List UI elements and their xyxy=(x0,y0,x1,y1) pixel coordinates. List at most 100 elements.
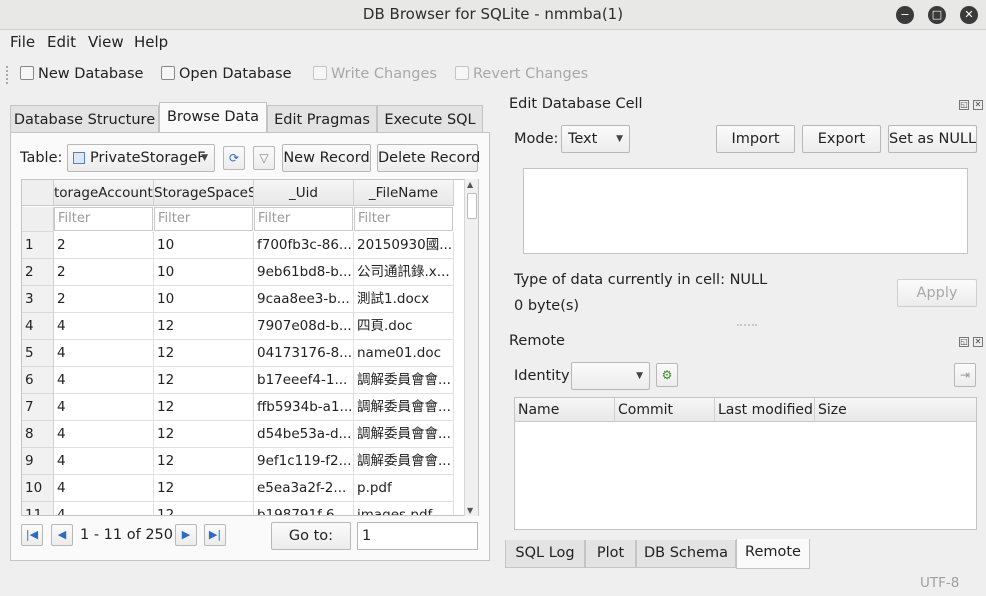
scroll-down-icon[interactable]: ▼ xyxy=(467,506,473,515)
tab-database-structure[interactable]: Database Structure xyxy=(10,105,159,133)
table-cell[interactable]: 調解委員會會... xyxy=(354,394,454,421)
tab-execute-sql[interactable]: Execute SQL xyxy=(377,105,483,133)
tab-edit-pragmas[interactable]: Edit Pragmas xyxy=(267,105,377,133)
float-icon[interactable]: ◱ xyxy=(959,100,969,110)
column-header[interactable]: Size xyxy=(815,398,976,422)
scroll-thumb[interactable] xyxy=(467,193,477,219)
column-header[interactable]: _Uid xyxy=(254,180,354,206)
push-database-button[interactable]: ⇥ xyxy=(954,363,976,387)
write-changes-button[interactable]: Write Changes xyxy=(313,66,437,82)
refresh-button[interactable]: ⟳ xyxy=(223,146,245,170)
table-cell[interactable]: 公司通訊錄.x... xyxy=(354,259,454,286)
table-cell[interactable]: 4 xyxy=(54,394,154,421)
tab-remote[interactable]: Remote xyxy=(736,539,810,569)
vertical-scrollbar[interactable]: ▲ ▼ xyxy=(464,179,478,516)
table-cell[interactable]: 9caa8ee3-b... xyxy=(254,286,354,313)
menu-edit[interactable]: Edit xyxy=(47,33,76,51)
table-cell[interactable]: f700fb3c-86... xyxy=(254,232,354,259)
table-cell[interactable]: b17eeef4-1... xyxy=(254,367,354,394)
export-button[interactable]: Export xyxy=(802,125,881,153)
column-header[interactable]: Last modified xyxy=(715,398,815,422)
table-cell[interactable]: e5ea3a2f-2... xyxy=(254,475,354,502)
table-cell[interactable]: 測試1.docx xyxy=(354,286,454,313)
row-number[interactable]: 10 xyxy=(22,475,54,502)
new-record-button[interactable]: New Record xyxy=(282,144,371,172)
column-header[interactable]: _FileName xyxy=(354,180,454,206)
row-number[interactable]: 4 xyxy=(22,313,54,340)
next-page-button[interactable]: ▶ xyxy=(175,524,197,546)
row-number[interactable]: 3 xyxy=(22,286,54,313)
table-cell[interactable]: 調解委員會會... xyxy=(354,367,454,394)
menu-view[interactable]: View xyxy=(88,33,124,51)
tab-browse-data[interactable]: Browse Data xyxy=(159,102,267,133)
tab-plot[interactable]: Plot xyxy=(585,540,636,568)
row-number[interactable]: 11 xyxy=(22,502,54,515)
new-database-button[interactable]: New Database xyxy=(20,66,143,82)
table-cell[interactable]: 10 xyxy=(154,259,254,286)
revert-changes-button[interactable]: Revert Changes xyxy=(455,66,588,82)
clear-filters-button[interactable]: ▽ xyxy=(253,146,275,170)
table-cell[interactable]: images.pdf xyxy=(354,502,454,515)
last-page-button[interactable]: ▶| xyxy=(204,524,226,546)
identity-select[interactable]: ▼ xyxy=(571,362,650,390)
import-button[interactable]: Import xyxy=(716,125,795,153)
menu-file[interactable]: File xyxy=(10,33,35,51)
delete-record-button[interactable]: Delete Record xyxy=(377,144,480,172)
row-number[interactable]: 7 xyxy=(22,394,54,421)
tab-db-schema[interactable]: DB Schema xyxy=(636,540,736,568)
filter-input[interactable]: Filter xyxy=(154,207,253,231)
data-grid[interactable]: torageAccountS StorageSpaceS _Uid _FileN… xyxy=(21,179,479,516)
table-cell[interactable]: 12 xyxy=(154,394,254,421)
table-cell[interactable]: 2 xyxy=(54,259,154,286)
row-number[interactable]: 8 xyxy=(22,421,54,448)
row-number[interactable]: 6 xyxy=(22,367,54,394)
remote-tree[interactable]: Name Commit Last modified Size xyxy=(514,397,977,530)
close-dock-icon[interactable]: ✕ xyxy=(973,337,983,347)
table-cell[interactable]: 2 xyxy=(54,232,154,259)
row-number[interactable]: 9 xyxy=(22,448,54,475)
table-cell[interactable]: 10 xyxy=(154,286,254,313)
table-cell[interactable]: 9ef1c119-f2... xyxy=(254,448,354,475)
splitter-handle[interactable] xyxy=(737,324,757,326)
table-cell[interactable]: 12 xyxy=(154,475,254,502)
close-icon[interactable]: ✕ xyxy=(960,6,978,24)
identity-settings-button[interactable]: ⚙ xyxy=(656,363,678,387)
cell-editor[interactable] xyxy=(523,168,968,254)
table-cell[interactable]: 四頁.doc xyxy=(354,313,454,340)
scroll-up-icon[interactable]: ▲ xyxy=(467,180,473,189)
row-number[interactable]: 1 xyxy=(22,232,54,259)
tab-sql-log[interactable]: SQL Log xyxy=(505,540,585,568)
table-cell[interactable]: 4 xyxy=(54,421,154,448)
table-cell[interactable]: p.pdf xyxy=(354,475,454,502)
table-cell[interactable]: 調解委員會會... xyxy=(354,421,454,448)
column-header[interactable]: Name xyxy=(515,398,615,422)
filter-input[interactable]: Filter xyxy=(354,207,453,231)
table-cell[interactable]: 12 xyxy=(154,448,254,475)
table-cell[interactable]: 調解委員會會... xyxy=(354,448,454,475)
table-cell[interactable]: 12 xyxy=(154,367,254,394)
table-cell[interactable]: 4 xyxy=(54,475,154,502)
previous-page-button[interactable]: ◀ xyxy=(51,524,73,546)
table-cell[interactable]: 12 xyxy=(154,421,254,448)
table-cell[interactable]: 2 xyxy=(54,286,154,313)
table-cell[interactable]: 9eb61bd8-b... xyxy=(254,259,354,286)
goto-button[interactable]: Go to: xyxy=(271,522,351,550)
table-cell[interactable]: 4 xyxy=(54,367,154,394)
row-number[interactable]: 2 xyxy=(22,259,54,286)
column-header[interactable]: Commit xyxy=(615,398,715,422)
row-number[interactable]: 5 xyxy=(22,340,54,367)
table-cell[interactable]: d54be53a-d... xyxy=(254,421,354,448)
table-cell[interactable]: 4 xyxy=(54,340,154,367)
float-icon[interactable]: ◱ xyxy=(959,337,969,347)
table-cell[interactable]: 4 xyxy=(54,502,154,515)
column-header[interactable]: StorageSpaceS xyxy=(154,180,254,206)
minimize-icon[interactable]: − xyxy=(896,6,914,24)
table-cell[interactable]: 12 xyxy=(154,502,254,515)
maximize-icon[interactable]: □ xyxy=(928,6,946,24)
goto-input[interactable]: 1 xyxy=(357,522,478,550)
table-cell[interactable]: 4 xyxy=(54,448,154,475)
table-cell[interactable]: 12 xyxy=(154,340,254,367)
table-cell[interactable]: 10 xyxy=(154,232,254,259)
menu-help[interactable]: Help xyxy=(134,33,168,51)
table-cell[interactable]: ffb5934b-a1... xyxy=(254,394,354,421)
